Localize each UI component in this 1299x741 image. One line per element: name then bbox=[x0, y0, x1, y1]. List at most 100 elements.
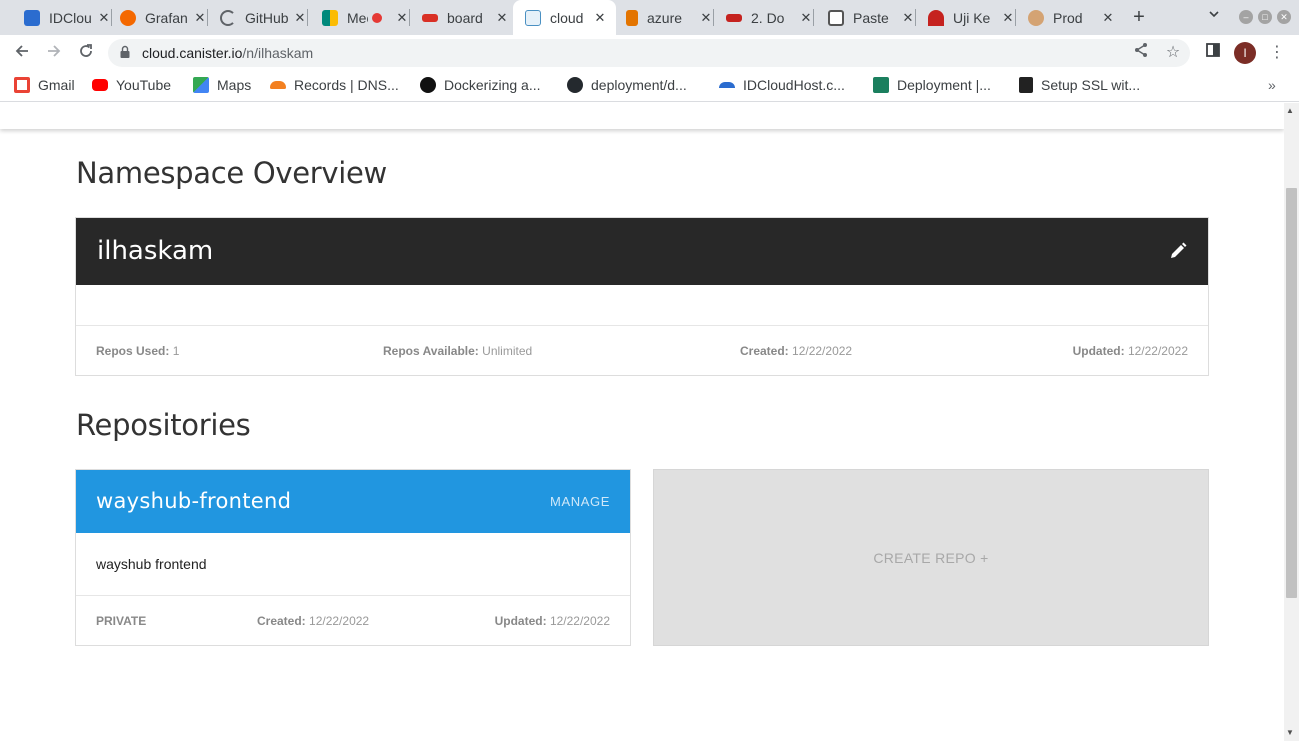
browser-menu-icon[interactable]: ⋮ bbox=[1266, 42, 1288, 64]
tab-5-active[interactable]: cloud ✕ bbox=[513, 0, 616, 35]
tab-strip: IDCloudHost ✕ Grafana ✕ GitHub ✕ Meet ✕ … bbox=[0, 0, 1299, 35]
tab-favicon-icon bbox=[726, 13, 742, 22]
tab-7[interactable]: 2. Do ✕ bbox=[720, 0, 814, 35]
tab-8[interactable]: Paste ✕ bbox=[822, 0, 916, 35]
tab-label: GitHub bbox=[245, 9, 288, 26]
tab-label: Grafana bbox=[145, 9, 188, 26]
tab-favicon-icon bbox=[928, 9, 944, 26]
bookmark-star-icon[interactable]: ☆ bbox=[1162, 42, 1184, 64]
create-repo-button[interactable]: CREATE REPO + bbox=[653, 469, 1209, 646]
tab-close-icon[interactable]: ✕ bbox=[798, 10, 814, 26]
tab-close-icon[interactable]: ✕ bbox=[592, 10, 608, 26]
repo-created-stat: Created: 12/22/2022 bbox=[257, 614, 370, 628]
lock-icon[interactable] bbox=[120, 45, 130, 59]
tab-label: azure bbox=[647, 9, 683, 26]
tab-favicon-icon bbox=[422, 13, 438, 22]
create-repo-label: CREATE REPO + bbox=[873, 550, 989, 566]
edit-pencil-icon[interactable] bbox=[1168, 241, 1188, 261]
tab-close-icon[interactable]: ✕ bbox=[96, 10, 112, 26]
recording-icon bbox=[372, 12, 382, 23]
tab-0[interactable]: IDCloudHost ✕ bbox=[18, 0, 112, 35]
repo-name[interactable]: wayshub-frontend bbox=[96, 489, 291, 513]
tab-close-icon[interactable]: ✕ bbox=[394, 10, 410, 26]
tab-6[interactable]: azure ✕ bbox=[620, 0, 714, 35]
tab-close-icon[interactable]: ✕ bbox=[698, 10, 714, 26]
tab-favicon-icon bbox=[120, 9, 136, 26]
share-icon[interactable] bbox=[1130, 42, 1152, 64]
namespace-name: ilhaskam bbox=[97, 236, 214, 266]
namespace-card: ilhaskam Repos Used: 1 Repos Available: … bbox=[75, 217, 1209, 376]
repo-description: wayshub frontend bbox=[96, 556, 207, 572]
namespace-card-header: ilhaskam bbox=[76, 218, 1208, 285]
tab-2[interactable]: GitHub ✕ bbox=[214, 0, 308, 35]
bookmark-youtube[interactable]: YouTube bbox=[92, 77, 171, 93]
tab-close-icon[interactable]: ✕ bbox=[292, 10, 308, 26]
url-text[interactable]: cloud.canister.io/n/ilhaskam bbox=[142, 45, 313, 61]
youtube-icon bbox=[92, 79, 108, 91]
side-panel-icon[interactable] bbox=[1202, 42, 1224, 64]
tab-close-icon[interactable]: ✕ bbox=[494, 10, 510, 26]
repositories-title: Repositories bbox=[76, 408, 251, 442]
cloudflare-icon bbox=[270, 81, 286, 89]
bookmark-deployment[interactable]: Deployment |... bbox=[873, 77, 991, 93]
scroll-up-arrow-icon[interactable]: ▲ bbox=[1286, 106, 1294, 115]
minimize-window-button[interactable]: – bbox=[1239, 10, 1253, 24]
repo-card: wayshub-frontend MANAGE wayshub frontend… bbox=[75, 469, 631, 646]
new-tab-button[interactable]: + bbox=[1128, 5, 1150, 29]
maximize-window-button[interactable]: □ bbox=[1258, 10, 1272, 24]
repo-stats: PRIVATE Created: 12/22/2022 Updated: 12/… bbox=[76, 595, 630, 646]
bookmark-gmail[interactable]: Gmail bbox=[14, 77, 75, 93]
close-window-button[interactable]: ✕ bbox=[1277, 10, 1291, 24]
more-bookmarks-icon[interactable]: » bbox=[1268, 77, 1276, 93]
loading-spinner-icon bbox=[220, 9, 236, 26]
manage-repo-link[interactable]: MANAGE bbox=[550, 494, 610, 509]
bookmark-cloudflare-dns[interactable]: Records | DNS... bbox=[270, 77, 399, 93]
tab-close-icon[interactable]: ✕ bbox=[1100, 10, 1116, 26]
tab-label: cloud bbox=[550, 9, 584, 26]
profile-avatar[interactable]: I bbox=[1234, 42, 1256, 64]
tab-9[interactable]: Uji Ke ✕ bbox=[922, 0, 1016, 35]
bookmark-dockerizing[interactable]: Dockerizing a... bbox=[420, 77, 540, 93]
back-button[interactable] bbox=[10, 41, 34, 65]
bookmark-maps[interactable]: Maps bbox=[193, 77, 251, 93]
scrollbar-thumb[interactable] bbox=[1286, 188, 1297, 598]
namespace-updated-stat: Updated: 12/22/2022 bbox=[1072, 344, 1188, 358]
idcloudhost-icon bbox=[719, 82, 735, 88]
tab-favicon-icon bbox=[322, 9, 338, 26]
tab-4[interactable]: board ✕ bbox=[416, 0, 510, 35]
react-icon bbox=[873, 77, 889, 93]
maps-icon bbox=[193, 77, 209, 93]
circle-logo-icon bbox=[420, 77, 436, 93]
repos-used-stat: Repos Used: 1 bbox=[96, 344, 180, 358]
tab-label: Meet bbox=[347, 9, 368, 26]
namespace-overview-title: Namespace Overview bbox=[76, 156, 387, 190]
repo-updated-stat: Updated: 12/22/2022 bbox=[494, 614, 610, 628]
tab-search-chevron-icon[interactable] bbox=[1208, 8, 1220, 23]
bookmark-github-deployment[interactable]: deployment/d... bbox=[567, 77, 687, 93]
tab-3[interactable]: Meet ✕ bbox=[316, 0, 410, 35]
gmail-icon bbox=[14, 77, 30, 93]
tab-favicon-icon bbox=[24, 9, 40, 26]
tab-favicon-icon bbox=[525, 9, 541, 26]
tab-favicon-icon bbox=[626, 9, 638, 26]
tab-1[interactable]: Grafana ✕ bbox=[114, 0, 208, 35]
repo-card-header[interactable]: wayshub-frontend MANAGE bbox=[76, 470, 630, 533]
tab-favicon-icon bbox=[828, 9, 844, 26]
tab-10[interactable]: Prod ✕ bbox=[1022, 0, 1116, 35]
tab-label: 2. Do bbox=[751, 9, 785, 26]
tab-close-icon[interactable]: ✕ bbox=[900, 10, 916, 26]
reload-button[interactable] bbox=[74, 41, 98, 65]
tab-label: IDCloudHost bbox=[49, 9, 92, 26]
namespace-stats: Repos Used: 1 Repos Available: Unlimited… bbox=[76, 325, 1208, 376]
tab-close-icon[interactable]: ✕ bbox=[192, 10, 208, 26]
scroll-down-arrow-icon[interactable]: ▼ bbox=[1286, 728, 1294, 737]
forward-button[interactable] bbox=[42, 41, 66, 65]
bookmark-idcloudhost[interactable]: IDCloudHost.c... bbox=[719, 77, 845, 93]
repo-visibility-badge: PRIVATE bbox=[96, 614, 147, 628]
namespace-created-stat: Created: 12/22/2022 bbox=[740, 344, 853, 358]
tab-label: board bbox=[447, 9, 483, 26]
site-header bbox=[0, 103, 1284, 129]
bookmark-setup-ssl[interactable]: Setup SSL wit... bbox=[1019, 77, 1140, 93]
tab-label: Prod bbox=[1053, 9, 1083, 26]
tab-close-icon[interactable]: ✕ bbox=[1000, 10, 1016, 26]
